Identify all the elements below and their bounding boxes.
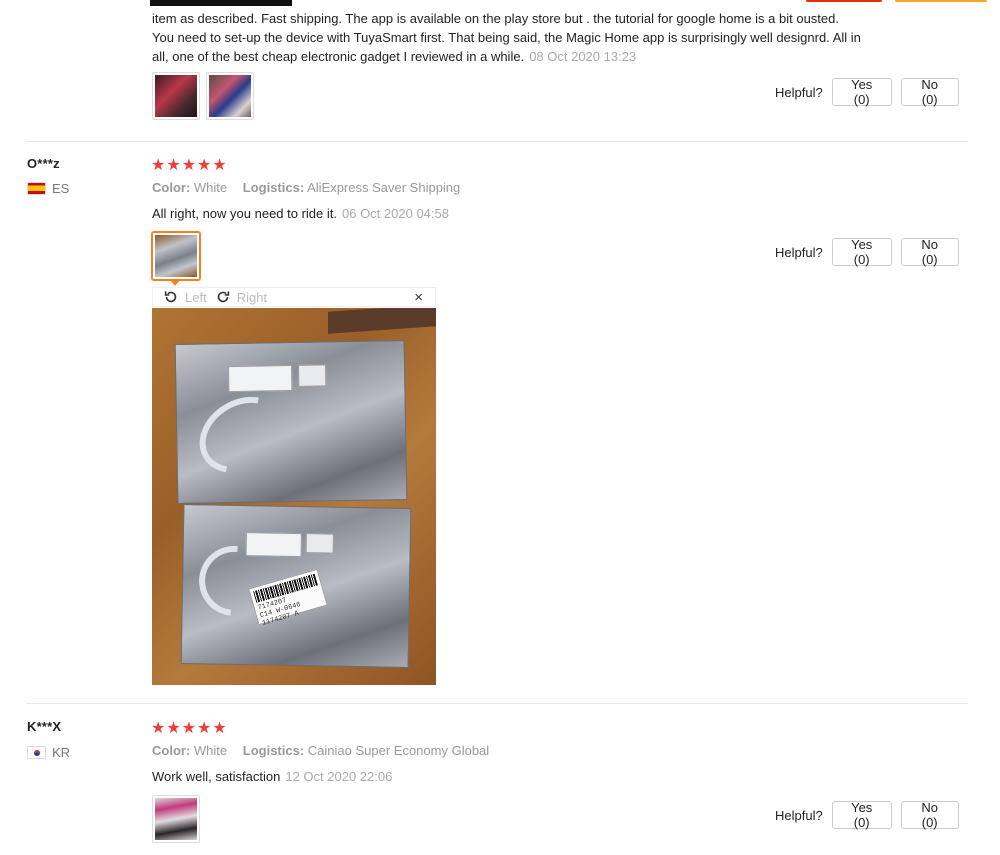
country-code: KR bbox=[52, 745, 71, 760]
logistics-label: Logistics: bbox=[242, 180, 305, 195]
viewer-pointer bbox=[170, 280, 180, 286]
top-red-button-edge[interactable] bbox=[806, 0, 882, 2]
review-date: 12 Oct 2020 22:06 bbox=[285, 769, 393, 784]
reviewer-country: ES bbox=[27, 181, 69, 196]
rotate-left-icon bbox=[164, 291, 177, 303]
review-text: Work well, satisfaction 12 Oct 2020 22:06 bbox=[152, 767, 872, 786]
photo-thumb-image bbox=[155, 798, 197, 840]
star-icon: ★ bbox=[151, 720, 166, 737]
review-text: item as described. Fast shipping. The ap… bbox=[152, 9, 862, 66]
review-divider bbox=[26, 141, 968, 142]
rotate-left-label: Left bbox=[185, 289, 207, 305]
helpful-controls: Helpful? Yes (0) No (0) bbox=[775, 77, 959, 107]
photo-cable bbox=[185, 381, 299, 489]
rotate-right-icon bbox=[217, 291, 229, 303]
photo-package-top bbox=[174, 340, 408, 504]
helpful-no-button[interactable]: No (0) bbox=[900, 800, 959, 830]
star-icon: ★ bbox=[181, 157, 197, 174]
star-rating: ★ ★ ★ ★ ★ bbox=[151, 155, 227, 175]
photo-thumb-image bbox=[155, 235, 197, 277]
review-date: 08 Oct 2020 13:23 bbox=[529, 49, 637, 64]
logistics-value: Cainiao Super Economy Global bbox=[307, 743, 490, 758]
color-label: Color: bbox=[152, 180, 191, 195]
photo-wifi-label bbox=[298, 364, 327, 387]
star-rating: ★ ★ ★ ★ ★ bbox=[151, 718, 227, 738]
helpful-yes-button[interactable]: Yes (0) bbox=[831, 237, 892, 267]
close-viewer-button[interactable]: × bbox=[414, 289, 423, 306]
logistics-label: Logistics: bbox=[242, 743, 305, 758]
color-value: White bbox=[193, 180, 228, 195]
star-icon: ★ bbox=[212, 720, 227, 737]
star-icon: ★ bbox=[166, 157, 181, 174]
rotate-left-button[interactable]: Left bbox=[163, 289, 207, 305]
star-icon: ★ bbox=[166, 720, 181, 737]
rotate-right-label: Right bbox=[236, 289, 268, 305]
image-viewer-toolbar: Left Right × bbox=[152, 287, 436, 307]
review-date: 06 Oct 2020 04:58 bbox=[342, 206, 449, 221]
helpful-controls: Helpful? Yes (0) No (0) bbox=[775, 800, 959, 830]
top-yellow-button-edge[interactable] bbox=[895, 0, 987, 2]
helpful-yes-button[interactable]: Yes (0) bbox=[831, 77, 892, 107]
review-meta: Color: White Logistics: Cainiao Super Ec… bbox=[152, 743, 489, 758]
rotate-right-button[interactable]: Right bbox=[215, 289, 267, 305]
reviewer-name: K***X bbox=[27, 719, 62, 734]
photo-controller-device bbox=[228, 364, 293, 393]
review-photo-thumb[interactable] bbox=[152, 72, 200, 120]
review-photo-thumb[interactable] bbox=[206, 72, 254, 120]
helpful-label: Helpful? bbox=[775, 84, 823, 100]
helpful-label: Helpful? bbox=[775, 244, 823, 260]
review-body: item as described. Fast shipping. The ap… bbox=[152, 11, 861, 64]
review-body: Work well, satisfaction bbox=[152, 769, 281, 784]
color-value: White bbox=[193, 743, 228, 758]
helpful-no-button[interactable]: No (0) bbox=[900, 237, 959, 267]
star-icon: ★ bbox=[197, 157, 212, 174]
logistics-value: AliExpress Saver Shipping bbox=[307, 180, 461, 195]
top-tab-indicator bbox=[150, 0, 292, 6]
review-divider bbox=[26, 703, 968, 704]
star-icon: ★ bbox=[197, 720, 212, 737]
reviewer-name: O***z bbox=[27, 156, 60, 171]
review-body: All right, now you need to ride it. bbox=[152, 206, 337, 221]
star-icon: ★ bbox=[181, 720, 197, 737]
helpful-yes-button[interactable]: Yes (0) bbox=[831, 800, 892, 830]
spain-flag-icon bbox=[27, 182, 46, 195]
photo-background-object bbox=[328, 308, 436, 334]
country-code: ES bbox=[52, 181, 70, 196]
reviewer-country: KR bbox=[27, 745, 70, 760]
review-text: All right, now you need to ride it. 06 Oc… bbox=[152, 204, 872, 223]
helpful-controls: Helpful? Yes (0) No (0) bbox=[775, 237, 959, 267]
photo-thumb-image bbox=[155, 75, 197, 117]
helpful-no-button[interactable]: No (0) bbox=[900, 77, 959, 107]
review-meta: Color: White Logistics: AliExpress Saver… bbox=[152, 180, 460, 195]
photo-thumb-image bbox=[209, 75, 251, 117]
expanded-review-photo[interactable]: 7174207 C14 W-0646 1174207 A bbox=[152, 308, 436, 685]
review-photo-thumb-selected[interactable] bbox=[152, 232, 200, 280]
review-photo-thumb[interactable] bbox=[152, 795, 200, 843]
star-icon: ★ bbox=[212, 157, 227, 174]
korea-flag-icon bbox=[27, 746, 46, 759]
helpful-label: Helpful? bbox=[775, 807, 823, 823]
star-icon: ★ bbox=[151, 157, 166, 174]
color-label: Color: bbox=[152, 743, 191, 758]
photo-wifi-label bbox=[305, 533, 334, 554]
